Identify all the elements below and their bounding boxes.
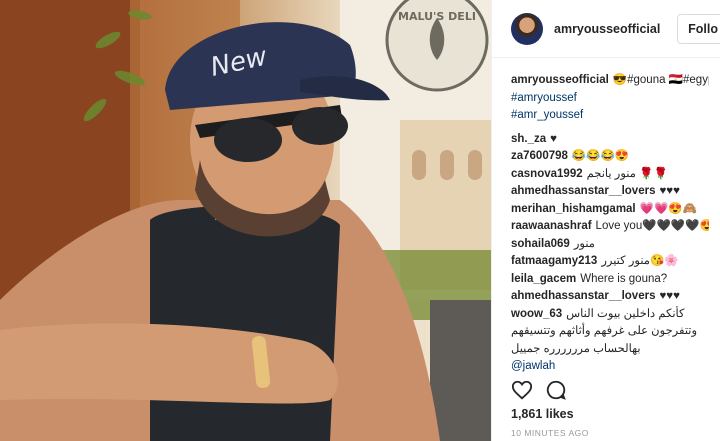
comment-username[interactable]: leila_gacem [511, 273, 576, 285]
comment-username[interactable]: ahmedhassanstar__lovers [511, 290, 655, 302]
follow-button[interactable]: Follo [677, 13, 720, 44]
comment-username[interactable]: sohaila069 [511, 238, 570, 250]
caption: amryousseofficial 😎#gouna 🇪🇬#egypt [511, 72, 709, 90]
comment-username[interactable]: ahmedhassanstar__lovers [511, 185, 655, 197]
comment-text: ♥♥♥ [659, 185, 680, 197]
comment-item: sh._za ♥ [511, 131, 709, 149]
heart-icon[interactable] [511, 379, 533, 401]
header-username[interactable]: amryousseofficial [554, 22, 660, 36]
caption-tag[interactable]: #amryoussef [511, 90, 709, 108]
comment-text: منور [573, 237, 595, 250]
comments-list: amryousseofficial 😎#gouna 🇪🇬#egypt #amryo… [492, 58, 720, 376]
likes-count[interactable]: 1,861 likes [511, 407, 574, 421]
caption-username[interactable]: amryousseofficial [511, 74, 609, 86]
post-timestamp[interactable]: 10 MINUTES AGO [511, 428, 589, 438]
comment-username[interactable]: sh._za [511, 133, 546, 145]
comment-item: ahmedhassanstar__lovers ♥♥♥ [511, 183, 709, 201]
post-frame: New MALU'S DELI amryousseofficial Follo … [0, 0, 720, 441]
comment-item: leila_gacem Where is gouna? [511, 271, 709, 289]
caption-text: 😎#gouna 🇪🇬#egypt [612, 74, 709, 86]
post-sidebar: amryousseofficial Follo amryousseofficia… [491, 0, 720, 441]
comment-item: woow_63 كأنكم داخلين بيوت الناس وتتفرجون … [511, 306, 709, 359]
comment-item: merihan_hishamgamal 💗💗😍🙈 [511, 201, 709, 219]
comment-username[interactable]: raawaanashraf [511, 220, 592, 232]
comment-text: منور يانجم 🌹🌹 [586, 167, 668, 180]
user-avatar[interactable] [511, 12, 543, 45]
post-header: amryousseofficial Follo [492, 0, 720, 58]
comment-username[interactable]: woow_63 [511, 308, 562, 320]
comment-icon[interactable] [545, 379, 567, 401]
comment-username[interactable]: fatmaagamy213 [511, 255, 597, 267]
sign-text: MALU'S DELI [398, 10, 476, 23]
comment-username[interactable]: za7600798 [511, 150, 568, 162]
post-actions [511, 379, 567, 401]
comment-text: 💗💗😍🙈 [639, 202, 697, 215]
comment-item: za7600798 😂😂😂😍 [511, 148, 709, 166]
comment-text: ♥♥♥ [659, 290, 680, 302]
post-photo[interactable]: New MALU'S DELI [0, 0, 491, 441]
comment-text: منور كتيرر😘🌸 [601, 255, 679, 267]
comment-text: ♥ [550, 132, 557, 145]
comment-item: ahmedhassanstar__lovers ♥♥♥ [511, 288, 709, 306]
comment-item: fatmaagamy213 منور كتيرر😘🌸 [511, 253, 709, 271]
comment-text: Love you🖤🖤🖤🖤😍👳 [595, 220, 709, 232]
comment-username[interactable]: merihan_hishamgamal [511, 203, 636, 215]
photo-illustration: New MALU'S DELI [0, 0, 491, 441]
caption-tag[interactable]: #amr_youssef [511, 107, 709, 125]
comment-item: raawaanashrafLove you🖤🖤🖤🖤😍👳 [511, 218, 709, 236]
comment-item: sohaila069 منور [511, 236, 709, 254]
comment-item: casnova1992 منور يانجم 🌹🌹 [511, 166, 709, 184]
comment-mention[interactable]: @jawlah [511, 358, 709, 376]
comment-text: Where is gouna? [580, 272, 668, 285]
comment-text: 😂😂😂😍 [571, 150, 630, 162]
comment-username[interactable]: casnova1992 [511, 168, 583, 180]
